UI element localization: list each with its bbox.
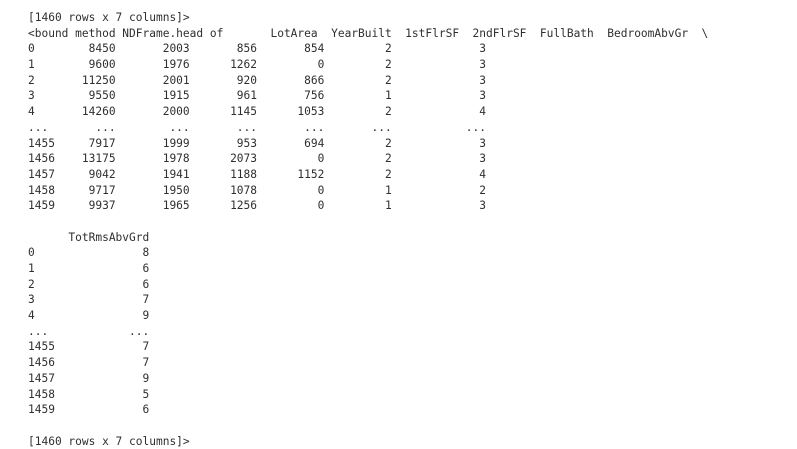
table-row: 1458 5 [28,387,150,401]
table-row: 2 11250 2001 920 866 2 3 [28,73,487,87]
table-row: 4 9 [28,309,150,323]
rows-summary-top: [1460 rows x 7 columns]> [28,11,190,24]
table-row: 1 6 [28,262,150,275]
rows-summary-bottom: [1460 rows x 7 columns]> [28,434,190,448]
table-row: 1459 9937 1965 1256 0 1 3 [28,199,487,213]
ellipsis-row: ... ... [28,324,150,338]
table-row: 1456 13175 1978 2073 0 2 3 [28,152,487,166]
table-row: 1457 9042 1941 1188 1152 2 4 [28,167,487,181]
table-row: 2 6 [28,277,150,291]
table-row: 1458 9717 1950 1078 0 1 2 [28,183,487,197]
console-output: [1460 rows x 7 columns]> <bound method N… [28,10,788,449]
table-row: 3 9550 1915 961 756 1 3 [28,89,487,103]
second-block-header: TotRmsAbvGrd [28,230,150,244]
table-row: 1459 6 [28,403,150,417]
dataframe-header: <bound method NDFrame.head of LotArea Ye… [28,26,709,40]
table-row: 1455 7 [28,340,150,354]
table-row: 1457 9 [28,371,150,385]
table-row: 1456 7 [28,356,150,370]
table-row: 0 8 [28,246,150,260]
table-row: 1 9600 1976 1262 0 2 3 [28,58,487,72]
table-row: 1455 7917 1999 953 694 2 3 [28,136,487,150]
ellipsis-row: ... ... ... ... ... ... ... [28,120,487,134]
table-row: 3 7 [28,293,150,307]
table-row: 4 14260 2000 1145 1053 2 4 [28,105,487,119]
table-row: 0 8450 2003 856 854 2 3 [28,42,487,56]
